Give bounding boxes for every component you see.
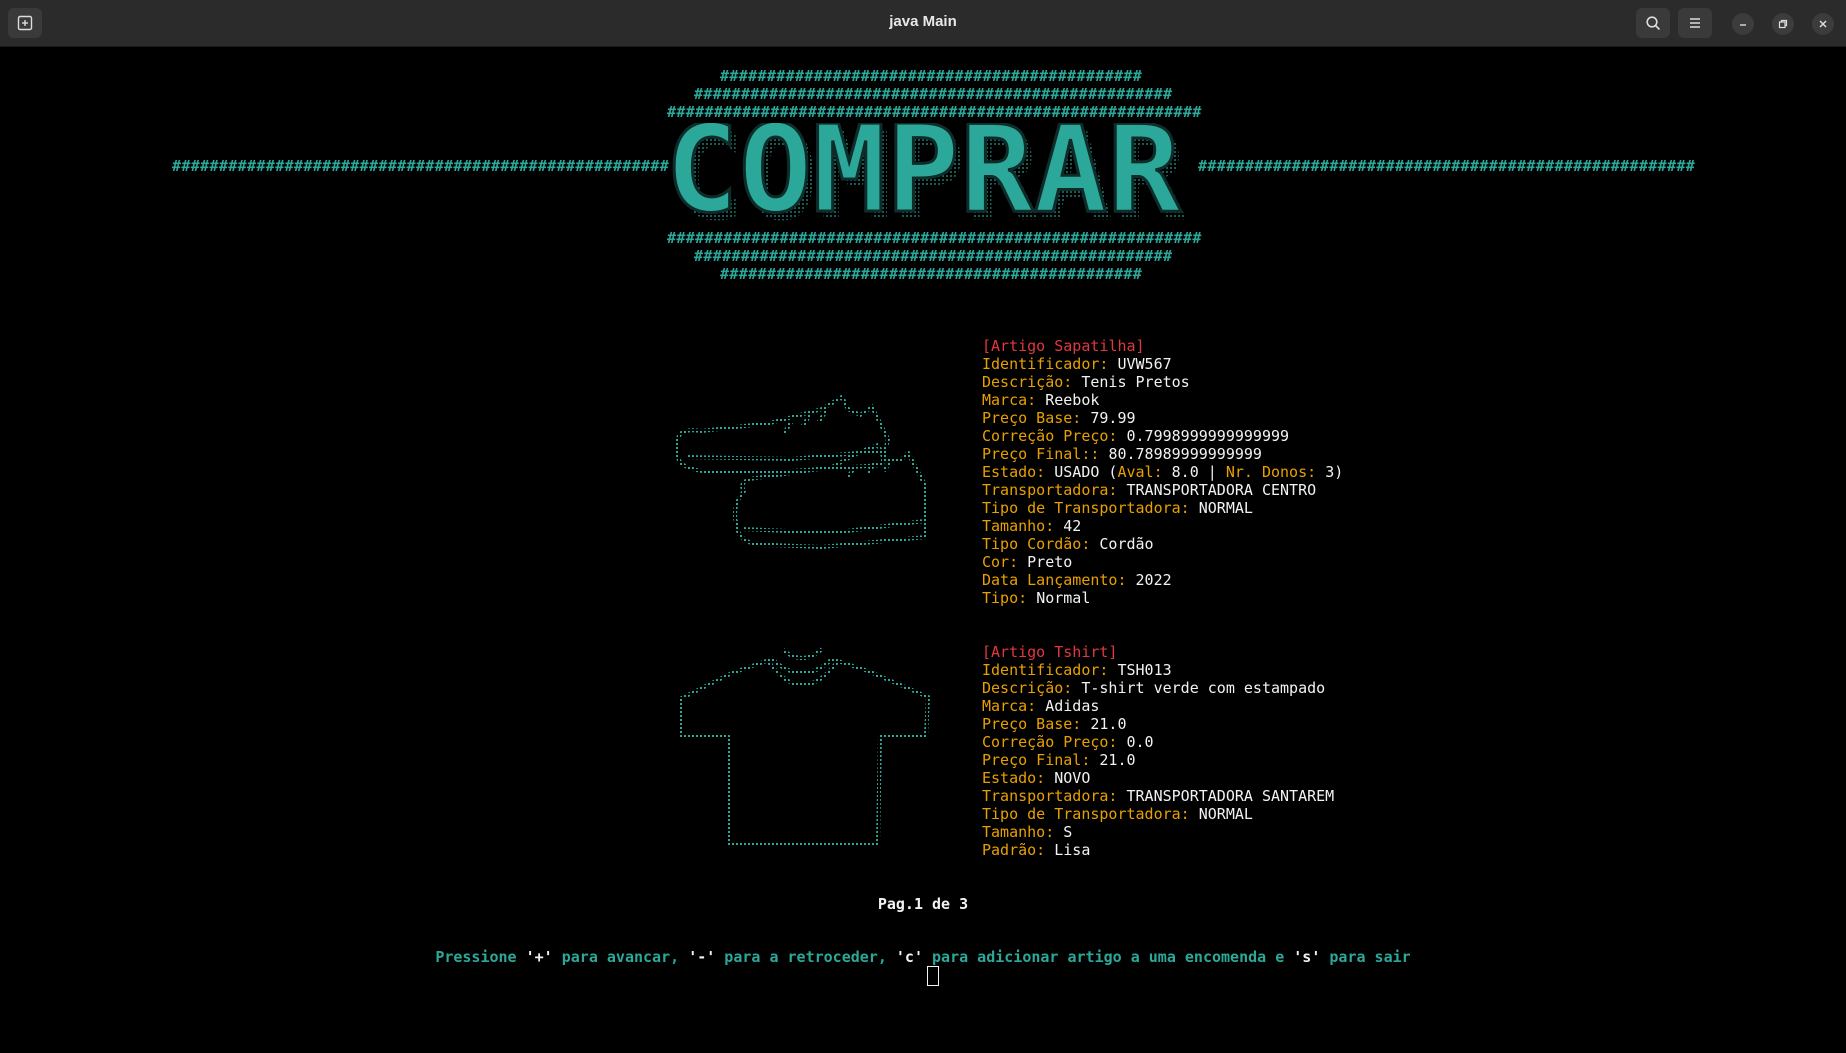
item-field: Tipo: Normal bbox=[982, 589, 1091, 607]
item-field: Descrição: Tenis Pretos bbox=[982, 373, 1190, 391]
command-prompt: Pressione '+' para avancar, '-' para a r… bbox=[435, 948, 1411, 966]
maximize-button[interactable] bbox=[1772, 13, 1794, 35]
item-field: Cor: Preto bbox=[982, 553, 1073, 571]
search-icon bbox=[1646, 16, 1661, 31]
window-title: java Main bbox=[889, 13, 957, 30]
item-field: Marca: Adidas bbox=[982, 697, 1100, 715]
minimize-icon bbox=[1740, 24, 1746, 26]
banner-hash-side-left: ########################################… bbox=[172, 157, 670, 175]
close-button[interactable] bbox=[1812, 13, 1834, 35]
menu-icon bbox=[1690, 18, 1700, 28]
banner-hash-row: ########################################… bbox=[667, 229, 1202, 247]
item-field: Transportadora: TRANSPORTADORA CENTRO bbox=[982, 481, 1317, 499]
item-field: Preço Final: 21.0 bbox=[982, 751, 1136, 769]
item-field: Correção Preço: 0.0 bbox=[982, 733, 1154, 751]
item-field: Correção Preço: 0.7998999999999999 bbox=[982, 427, 1290, 445]
banner-hash-row: ########################################… bbox=[720, 265, 1143, 283]
item-field: Preço Final:: 80.78989999999999 bbox=[982, 445, 1262, 463]
item-field: Tamanho: 42 bbox=[982, 517, 1082, 535]
banner-hash-side-right: ########################################… bbox=[1198, 157, 1696, 175]
item-field: Identificador: TSH013 bbox=[982, 661, 1172, 679]
banner-hash-row: ########################################… bbox=[720, 67, 1143, 85]
banner-hash-row: ########################################… bbox=[667, 103, 1202, 121]
item-field: Padrão: Lisa bbox=[982, 841, 1091, 859]
close-icon bbox=[1819, 20, 1827, 28]
item-field: Data Lançamento: 2022 bbox=[982, 571, 1172, 589]
minimize-button[interactable] bbox=[1732, 13, 1754, 35]
pagination-text: Pag.1 de 3 bbox=[877, 895, 969, 913]
item-field: Identificador: UVW567 bbox=[982, 355, 1172, 373]
item-header: [Artigo Sapatilha] bbox=[982, 337, 1145, 355]
banner-title-text: COMPRAR bbox=[665, 123, 1182, 223]
terminal-output[interactable]: ########################################… bbox=[0, 47, 1846, 1053]
item-field: Estado: NOVO bbox=[982, 769, 1091, 787]
item-field: Marca: Reebok bbox=[982, 391, 1100, 409]
banner-title-art: COMPRAR COMPRAR bbox=[664, 123, 1188, 223]
banner-hash-row: ########################################… bbox=[694, 85, 1173, 103]
item-field: Preço Base: 21.0 bbox=[982, 715, 1127, 733]
window-titlebar: java Main bbox=[0, 0, 1846, 47]
item-field: Tipo de Transportadora: NORMAL bbox=[982, 499, 1253, 517]
item-field: Tipo de Transportadora: NORMAL bbox=[982, 805, 1253, 823]
tshirt-icon bbox=[678, 647, 931, 845]
search-button[interactable] bbox=[1636, 8, 1670, 38]
maximize-icon bbox=[1778, 19, 1788, 29]
item-field: Descrição: T-shirt verde com estampado bbox=[982, 679, 1326, 697]
menu-button[interactable] bbox=[1678, 8, 1712, 38]
terminal-cursor bbox=[927, 966, 939, 986]
item-field: Preço Base: 79.99 bbox=[982, 409, 1136, 427]
item-field: Tamanho: S bbox=[982, 823, 1073, 841]
banner-hash-row: ########################################… bbox=[694, 247, 1173, 265]
item-field: Tipo Cordão: Cordão bbox=[982, 535, 1154, 553]
sneaker-icon bbox=[675, 394, 929, 550]
item-header: [Artigo Tshirt] bbox=[982, 643, 1118, 661]
item-field: Transportadora: TRANSPORTADORA SANTAREM bbox=[982, 787, 1335, 805]
item-field-estado: Estado: USADO (Aval: 8.0 | Nr. Donos: 3) bbox=[982, 463, 1344, 481]
